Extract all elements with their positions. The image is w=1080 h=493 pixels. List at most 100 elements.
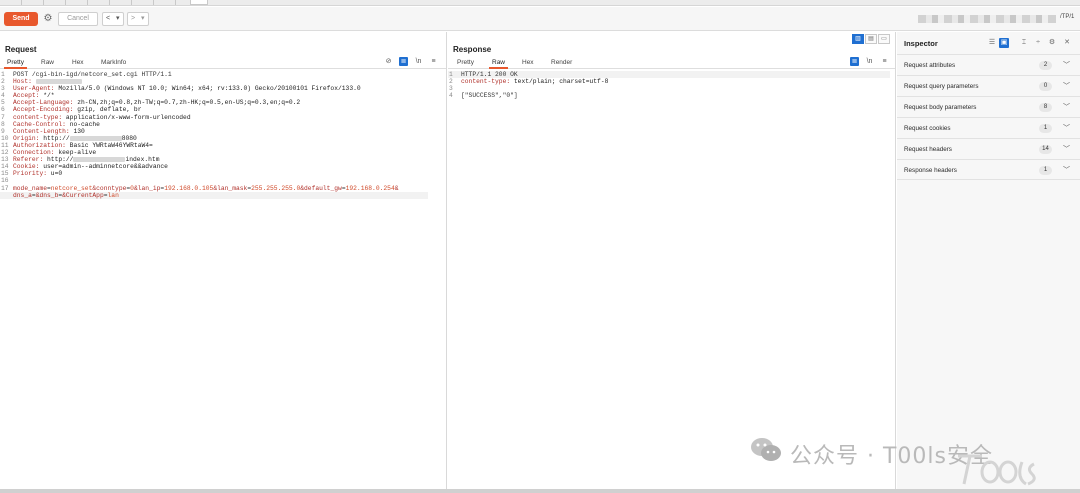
header-key: Cookie: [13,163,40,171]
back-label: < [106,15,111,22]
request-tabs: Pretty Raw Hex MarkInfo [0,57,446,69]
body-separator: & [394,184,399,192]
code-line: 17 mode_name=netcore_set&conntype=0&lan_… [1,184,399,192]
code-line: 10 Origin: http://8080 [1,134,137,142]
code-line: 3 [449,85,453,93]
cancel-button[interactable]: Cancel [58,12,98,26]
inspector-row-request-body-parameters[interactable]: Request body parameters 8 ﹀ [897,96,1080,117]
chevron-down-icon[interactable]: ﹀ [1063,123,1070,133]
inspector-row-request-query-parameters[interactable]: Request query parameters 0 ﹀ [897,75,1080,96]
header-value: Basic YWRtaW46YWRtaW4= [65,141,153,149]
chevron-down-icon[interactable]: ﹀ [1063,102,1070,112]
close-icon[interactable]: ✕ [1062,38,1072,48]
inspector-row-request-headers[interactable]: Request headers 14 ﹀ [897,138,1080,159]
header-value: index.htm [125,156,160,164]
split-vertical-icon[interactable]: ▤ [865,34,877,44]
response-editor-tools: ≣ \n ≡ [850,57,894,68]
body-value: 192.168.0.105 [164,184,214,192]
chevron-down-icon[interactable]: ﹀ [1063,165,1070,175]
forward-label: > [131,15,136,22]
wechat-icon [751,438,781,461]
code-line: 6 Accept-Encoding: gzip, deflate, br [1,106,142,114]
header-key: User-Agent: [13,85,55,93]
count-badge: 0 [1039,82,1052,91]
t00ls-logo-icon [958,454,1036,486]
card-view-icon[interactable]: ▣ [999,38,1009,48]
wrap-icon[interactable]: ≣ [399,57,408,66]
tab-stub[interactable] [26,0,44,5]
wrap-icon[interactable]: ≣ [850,57,859,66]
list-view-icon[interactable]: ☰ [987,38,997,48]
inspector-row-request-attributes[interactable]: Request attributes 2 ﹀ [897,54,1080,75]
history-back-button[interactable]: < ▾ [102,12,124,26]
code-line: 1 POST /cgi-bin-igd/netcore_set.cgi HTTP/… [1,71,172,78]
response-editor[interactable]: 1 HTTP/1.1 200 OK 2 content-type: text/pla… [448,71,895,99]
inspector-row-response-headers[interactable]: Response headers 1 ﹀ [897,159,1080,180]
target-host-redacted[interactable] [918,15,1056,23]
body-param: &dns_b [35,191,59,199]
tab-stub[interactable] [136,0,154,5]
request-title: Request [5,45,37,54]
header-value: http:// [43,156,74,164]
chevron-down-icon[interactable]: ﹀ [1063,60,1070,70]
tab-pretty[interactable]: Pretty [4,58,27,69]
request-editor[interactable]: 1 POST /cgi-bin-igd/netcore_set.cgi HTTP/… [0,71,446,199]
tab-stub-active[interactable] [190,0,208,5]
header-value: no-cache [65,120,100,128]
menu-icon[interactable]: ≡ [429,57,438,66]
header-value: 8080 [121,134,137,142]
inspector-row-request-cookies[interactable]: Request cookies 1 ﹀ [897,117,1080,138]
tabs-layout-icon[interactable]: ▭ [878,34,890,44]
chevron-down-icon[interactable]: ﹀ [1063,81,1070,91]
tab-stub[interactable] [92,0,110,5]
gear-icon[interactable]: ⚙ [1047,38,1057,48]
tab-stub[interactable] [4,0,22,5]
body-param: &CurrentApp [62,191,104,199]
tab-markinfo[interactable]: MarkInfo [98,58,129,69]
inspector-row-label: Request query parameters [904,83,979,90]
header-key: Cache-Control: [13,120,66,128]
tab-stub[interactable] [48,0,66,5]
code-line: 14 Cookie: user=admin--adminnetcore&&adva… [1,163,168,171]
inspector-row-label: Request attributes [904,62,956,69]
tab-stub[interactable] [114,0,132,5]
body-value: lan [107,191,119,199]
tab-raw[interactable]: Raw [38,58,57,69]
chevron-down-icon[interactable]: ﹀ [1063,144,1070,154]
header-key: content-type: [13,113,63,121]
header-key: Content-Length: [13,127,70,135]
newline-icon[interactable]: \n [865,57,874,66]
response-title: Response [453,45,492,54]
header-key: Priority: [13,170,48,178]
tab-render[interactable]: Render [548,58,575,69]
tab-stub[interactable] [158,0,176,5]
count-badge: 14 [1039,145,1052,154]
tab-stub[interactable] [70,0,88,5]
header-value: application/x-www-form-urlencoded [62,113,191,121]
window-tab-strip [0,0,1080,6]
header-key: Referer: [13,156,44,164]
body-param: &lan_mask [213,184,248,192]
code-line: 8 Cache-Control: no-cache [1,120,100,128]
gear-icon[interactable]: ⚙ [42,12,54,26]
tab-hex[interactable]: Hex [519,58,537,69]
tab-hex[interactable]: Hex [69,58,87,69]
history-forward-button[interactable]: > ▾ [127,12,149,26]
align-icon[interactable]: ⌶ [1019,38,1029,48]
send-button[interactable]: Send [4,12,38,26]
request-panel: Request Pretty Raw Hex MarkInfo ⊘ ≣ \n ≡… [0,32,447,493]
header-value: keep-alive [54,149,97,157]
status-bar [0,489,1080,493]
tab-pretty[interactable]: Pretty [454,58,477,69]
status-line: HTTP/1.1 200 OK [461,71,518,78]
hide-icon[interactable]: ⊘ [384,57,393,66]
header-value: 130 [69,127,85,135]
split-icon[interactable]: ÷ [1033,38,1043,48]
header-value: u=0 [47,170,63,178]
inspector-row-label: Request headers [904,146,952,153]
inspector-row-label: Request body parameters [904,104,977,111]
menu-icon[interactable]: ≡ [880,57,889,66]
newline-icon[interactable]: \n [414,57,423,66]
tab-raw[interactable]: Raw [489,58,509,69]
split-horizontal-icon[interactable]: ▥ [852,34,864,44]
